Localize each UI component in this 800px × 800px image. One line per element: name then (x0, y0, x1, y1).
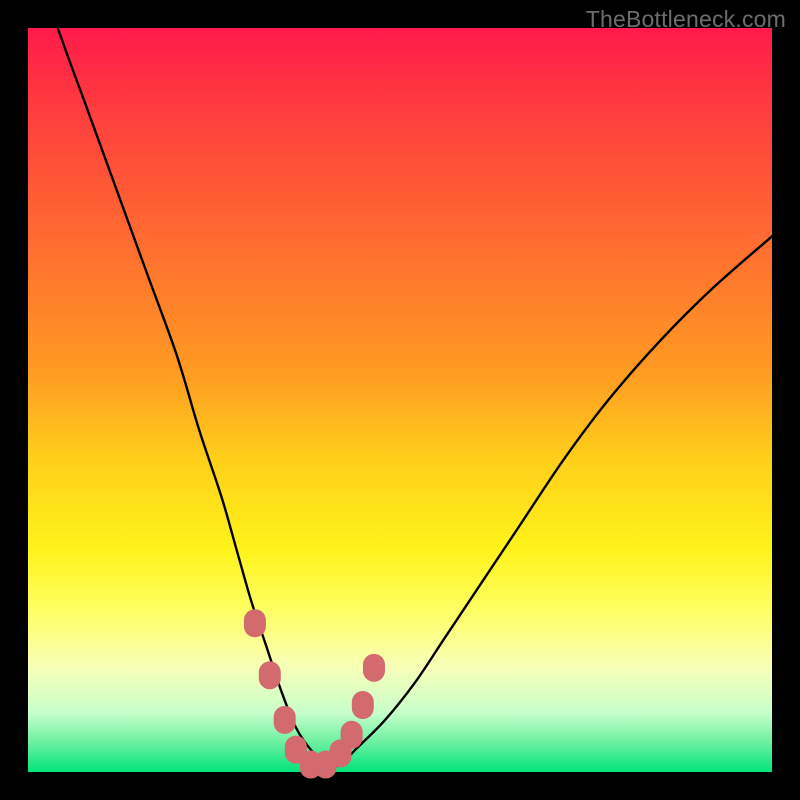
chart-frame: TheBottleneck.com (0, 0, 800, 800)
highlight-marker (352, 691, 374, 719)
highlight-marker (274, 706, 296, 734)
curve-svg (28, 28, 772, 772)
highlight-marker (244, 609, 266, 637)
highlight-marker (341, 721, 363, 749)
highlight-marker (259, 661, 281, 689)
highlight-marker (363, 654, 385, 682)
highlight-markers (244, 609, 385, 778)
plot-area (28, 28, 772, 772)
bottleneck-curve (28, 0, 772, 766)
